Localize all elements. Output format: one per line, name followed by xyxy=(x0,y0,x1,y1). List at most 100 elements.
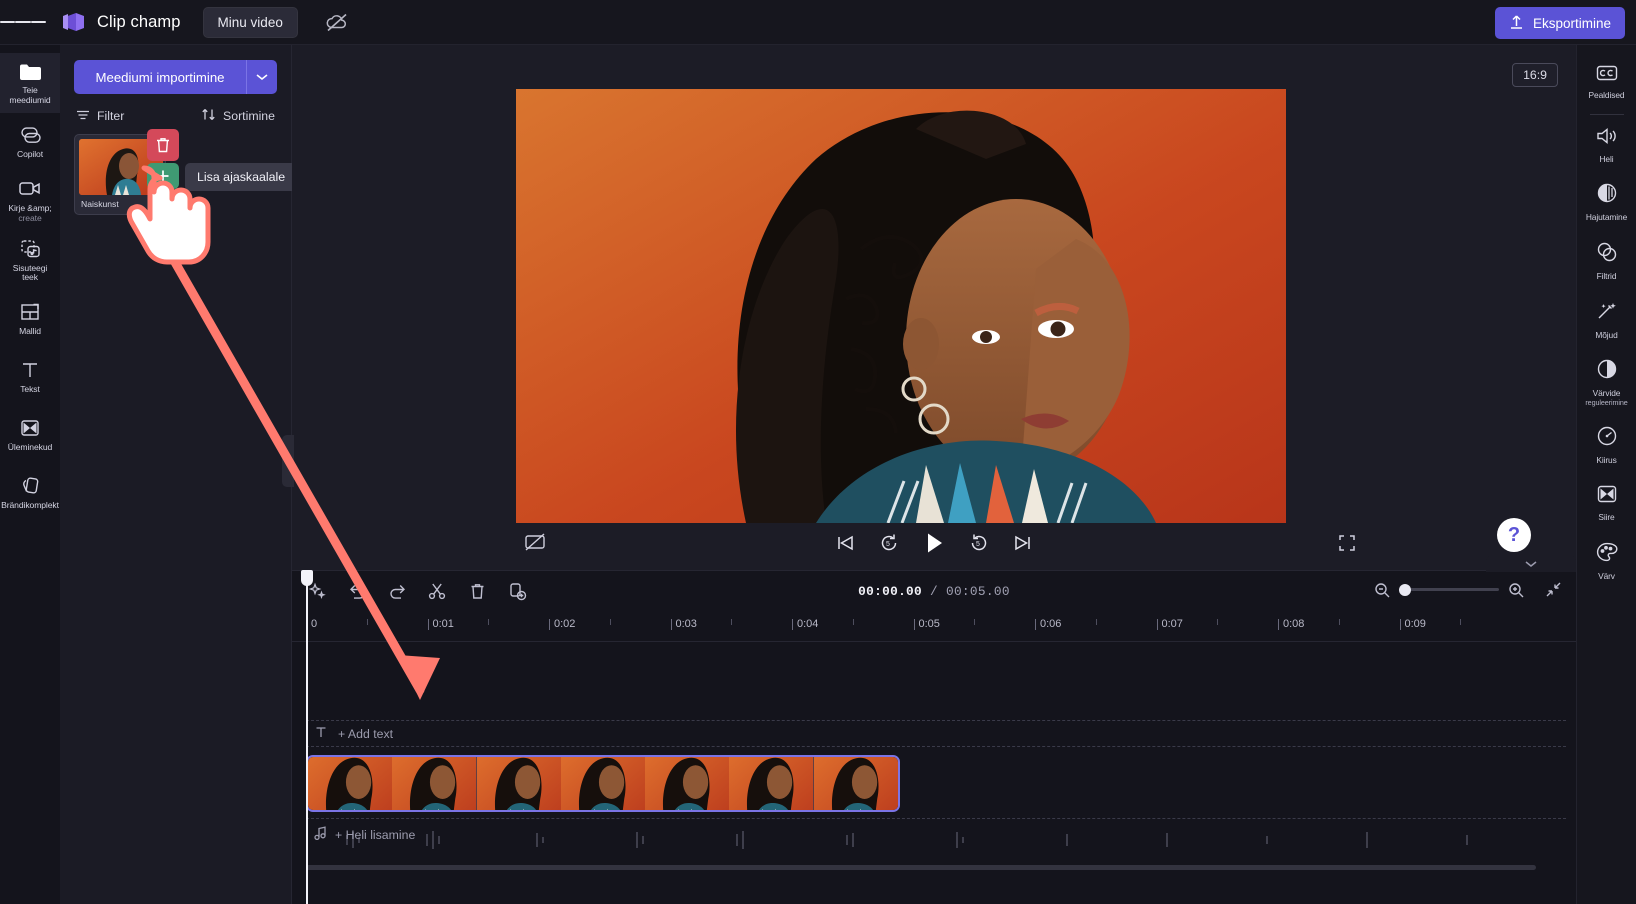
brand-name: Clip champ xyxy=(97,12,181,31)
ruler-tick-half xyxy=(609,619,611,625)
import-media-row: Meediumi importimine xyxy=(74,60,277,94)
trash-icon[interactable] xyxy=(466,580,488,602)
right-item-audio[interactable]: Heli xyxy=(1577,117,1636,174)
sidebar-item-copilot[interactable]: Copilot xyxy=(0,113,60,171)
sidebar-item-templates[interactable]: Mallid xyxy=(0,290,60,348)
clip-thumbnail-frame xyxy=(645,757,730,810)
cloud-off-icon[interactable] xyxy=(324,9,350,35)
time-separator: / xyxy=(922,584,946,599)
fit-timeline-icon[interactable] xyxy=(1545,581,1562,598)
text-track[interactable]: + Add text xyxy=(306,720,1566,747)
sidebar-item-label: Sisuteegi teek xyxy=(12,262,48,283)
media-grid: Naiskunst Lisa ajaskaalale xyxy=(74,129,298,215)
text-icon xyxy=(19,359,41,381)
timeline-scrollbar[interactable] xyxy=(306,865,1536,870)
right-item-label: Mõjud xyxy=(1595,329,1618,340)
collapse-panel-handle[interactable]: ‹ xyxy=(282,435,294,487)
filter-sort-row: Filter Sortimine xyxy=(76,108,275,124)
fullscreen-icon[interactable] xyxy=(1338,534,1356,552)
audio-waveform xyxy=(346,831,1468,849)
aspect-ratio-button[interactable]: 16:9 xyxy=(1512,63,1558,87)
captions-off-icon[interactable] xyxy=(524,533,546,551)
right-item-label: Pealdised xyxy=(1588,90,1625,100)
sort-arrows-icon xyxy=(201,108,216,124)
rewind-5-icon[interactable]: 5 xyxy=(879,533,899,553)
ruler-tick-half xyxy=(852,619,854,625)
play-icon[interactable] xyxy=(923,531,945,555)
copilot-icon xyxy=(18,124,43,146)
ruler-tick-half xyxy=(1217,619,1219,625)
scissors-icon[interactable] xyxy=(426,580,448,602)
forward-5-icon[interactable]: 5 xyxy=(969,533,989,553)
sort-button[interactable]: Sortimine xyxy=(201,108,275,124)
ruler-tick: 0:04 xyxy=(792,618,818,630)
project-name-button[interactable]: Minu video xyxy=(202,6,298,38)
video-clip[interactable] xyxy=(306,755,900,812)
speaker-icon xyxy=(1595,126,1619,151)
clip-thumbnail-frame xyxy=(729,757,814,810)
right-item-color[interactable]: Värv xyxy=(1577,532,1636,591)
sidebar-item-label: Copilot xyxy=(16,148,44,159)
timecode-display: 00:00.00 / 00:05.00 xyxy=(858,584,1010,599)
sidebar-item-label: Brändikomplekt xyxy=(1,500,59,511)
media-add-button[interactable] xyxy=(147,163,179,189)
right-item-fade[interactable]: Hajutamine xyxy=(1577,173,1636,232)
audio-track[interactable]: + Heli lisamine xyxy=(306,818,1566,850)
hamburger-icon[interactable] xyxy=(0,0,46,45)
clip-thumbnail-frame xyxy=(476,757,561,810)
sidebar-item-your-media[interactable]: Teie meediumid xyxy=(0,53,60,113)
sidebar-item-record-create[interactable]: Kirje &amp; create xyxy=(0,171,60,231)
ruler-tick-half xyxy=(974,619,976,625)
filter-button[interactable]: Filter xyxy=(76,109,124,124)
zoom-slider-handle[interactable] xyxy=(1399,583,1411,596)
duplicate-icon[interactable] xyxy=(506,580,528,602)
right-item-speed[interactable]: Kiirus xyxy=(1577,416,1636,475)
right-item-filters[interactable]: Filtrid xyxy=(1577,232,1636,291)
ruler-tick: 0:05 xyxy=(913,618,940,630)
playhead[interactable] xyxy=(301,570,313,904)
right-sidebar: Pealdised Heli Hajutamine Filtrid Mõjud … xyxy=(1576,45,1636,904)
zoom-slider[interactable] xyxy=(1399,583,1499,596)
undo-icon[interactable] xyxy=(346,580,368,602)
brand-kit-icon xyxy=(19,475,42,497)
svg-text:5: 5 xyxy=(976,541,980,548)
sidebar-item-brand-kit[interactable]: Brändikomplekt xyxy=(0,464,60,522)
ruler-tick: 0:07 xyxy=(1156,618,1183,630)
zoom-in-icon[interactable] xyxy=(1508,582,1524,598)
skip-start-icon[interactable] xyxy=(835,534,855,552)
media-delete-button[interactable] xyxy=(147,129,179,161)
import-media-button[interactable]: Meediumi importimine xyxy=(74,60,246,94)
color-adjust-icon xyxy=(1595,358,1619,385)
sidebar-item-text[interactable]: Tekst xyxy=(0,348,60,406)
right-item-color-adjust[interactable]: Värvide reguleerimine xyxy=(1577,349,1636,416)
sidebar-item-label: Kirje &amp; create xyxy=(8,202,52,223)
redo-icon[interactable] xyxy=(386,580,408,602)
folder-icon xyxy=(18,60,43,82)
chevron-down-icon[interactable] xyxy=(246,60,277,94)
timeline: 00:00.00 / 00:05.00 0 0:01 0:02 0:03 0:0… xyxy=(292,555,1576,904)
clipchamp-app: Clip champ Minu video Eksportimine Teie … xyxy=(0,0,1636,904)
sidebar-item-content-library[interactable]: Sisuteegi teek xyxy=(0,231,60,291)
playhead-handle[interactable] xyxy=(301,570,313,586)
transport-controls: 5 5 xyxy=(835,531,1033,555)
text-T-icon xyxy=(314,725,328,742)
right-item-effects[interactable]: Mõjud xyxy=(1577,291,1636,350)
right-item-label: Filtrid xyxy=(1596,270,1617,281)
right-item-captions[interactable]: Pealdised xyxy=(1577,55,1636,110)
timeline-collapse-button[interactable] xyxy=(1486,555,1576,572)
help-button[interactable]: ? xyxy=(1497,518,1531,552)
ruler-tick: 0:01 xyxy=(427,618,454,630)
video-stage[interactable] xyxy=(516,89,1286,523)
skip-end-icon[interactable] xyxy=(1013,534,1033,552)
zoom-out-icon[interactable] xyxy=(1374,582,1390,598)
right-item-label: Hajutamine xyxy=(1585,212,1628,223)
preview-area: 16:9 ‹ 5 5 ? xyxy=(282,45,1576,570)
upload-icon xyxy=(1509,14,1524,33)
timeline-ruler[interactable]: 0 0:01 0:02 0:03 0:04 0:05 0:06 0:07 0:08 0:09 xyxy=(292,612,1576,642)
right-item-transition[interactable]: Siire xyxy=(1577,475,1636,532)
ruler-tick-half xyxy=(731,619,733,625)
export-button[interactable]: Eksportimine xyxy=(1494,7,1625,39)
filter-icon xyxy=(76,109,90,124)
media-card[interactable]: Naiskunst Lisa ajaskaalale xyxy=(74,129,298,215)
sidebar-item-transitions[interactable]: Üleminekud xyxy=(0,406,60,464)
